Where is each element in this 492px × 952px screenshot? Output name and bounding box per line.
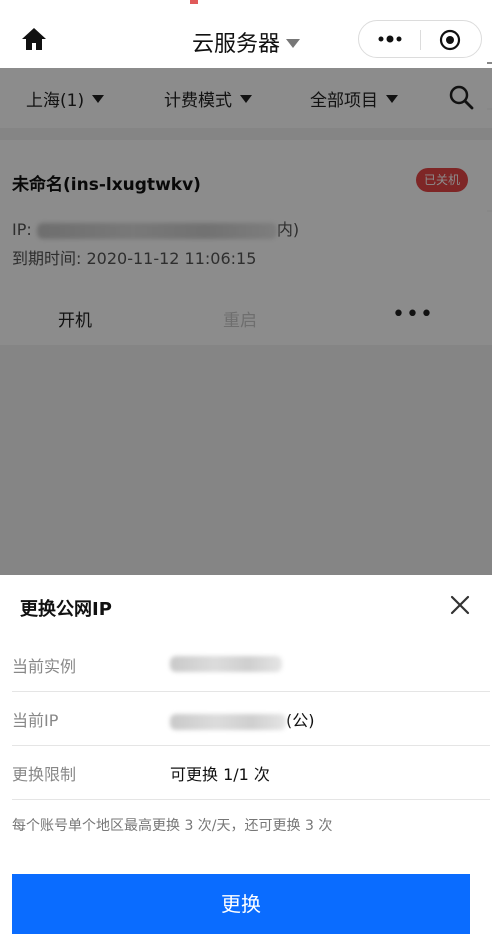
capsule-divider	[420, 30, 421, 50]
mini-program-capsule	[358, 20, 482, 58]
change-ip-button[interactable]: 更换	[12, 874, 470, 934]
scroll-edge-mark	[487, 62, 492, 64]
current-instance-label: 当前实例	[12, 657, 77, 676]
status-indicator	[190, 0, 198, 4]
ip-type: (公)	[286, 711, 315, 730]
limit-note: 每个账号单个地区最高更换 3 次/天，还可更换 3 次	[12, 818, 333, 834]
page: 云服务器 上海(1) 计费模式 全部项目 未命名(ins-lxugtwkv) 已…	[0, 0, 492, 952]
scroll-edge-mark	[487, 108, 492, 110]
change-limit-label: 更换限制	[12, 765, 77, 784]
redacted-ip	[170, 713, 286, 730]
modal-overlay[interactable]	[0, 68, 492, 575]
close-miniprogram-icon[interactable]	[439, 29, 461, 51]
scroll-edge-mark	[487, 210, 492, 212]
status-bar	[0, 0, 492, 10]
top-nav: 云服务器	[0, 10, 492, 68]
current-ip-row: 当前IP (公)	[12, 691, 490, 746]
chevron-down-icon	[286, 38, 300, 48]
change-limit-value: 可更换 1/1 次	[170, 765, 270, 784]
redacted-instance	[170, 655, 282, 672]
page-title: 云服务器	[191, 32, 280, 57]
close-icon[interactable]	[448, 593, 472, 617]
change-limit-row: 更换限制 可更换 1/1 次	[12, 745, 490, 800]
current-instance-row: 当前实例	[12, 637, 490, 692]
current-instance-value	[170, 653, 282, 672]
current-ip-label: 当前IP	[12, 711, 59, 730]
current-ip-value: (公)	[170, 707, 315, 731]
more-menu-icon[interactable]	[375, 29, 405, 49]
sheet-title: 更换公网IP	[20, 599, 112, 620]
